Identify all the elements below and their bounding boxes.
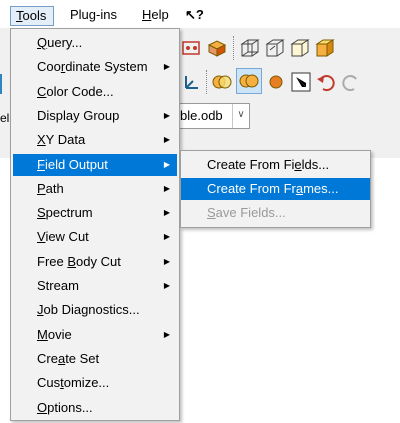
menu-item-customize[interactable]: Customize... <box>13 372 177 394</box>
menu-item-label: Display Group <box>37 107 120 123</box>
menu-item-label: Stream <box>37 278 79 293</box>
menu-item-label: Free Body Cut <box>37 253 121 269</box>
menu-item-label: Color Code... <box>37 83 114 99</box>
menu-item-field-output[interactable]: Field Output ▶ <box>13 153 177 176</box>
submenu-arrow-icon: ▶ <box>163 208 170 218</box>
menu-item-view-cut[interactable]: View Cut ▶ <box>13 226 177 248</box>
submenu-arrow-icon: ▶ <box>163 135 170 145</box>
submenu-item-label: Create From Frames... <box>207 181 339 196</box>
toolbar-separator <box>233 36 235 60</box>
menu-item-label: XY Data <box>37 132 86 148</box>
submenu-arrow-icon: ▶ <box>163 329 170 339</box>
shaded-part-icon[interactable] <box>205 36 229 60</box>
tools-menu: Query... Coordinate System ▶ Color Code... D… <box>10 28 180 421</box>
menu-item-color-code[interactable]: Color Code... <box>13 81 177 103</box>
intersection-plot-icon[interactable] <box>236 68 262 94</box>
submenu-arrow-icon: ▶ <box>163 62 170 72</box>
menu-item-label: Path <box>37 180 64 196</box>
partition-icon[interactable] <box>180 36 204 60</box>
menu-item-label: Coordinate System <box>37 59 148 75</box>
undo-icon[interactable] <box>314 70 338 94</box>
probe-icon[interactable] <box>289 70 313 94</box>
menu-item-label: Create Set <box>37 350 100 366</box>
menu-help[interactable]: Help <box>140 6 171 24</box>
wireframe-icon[interactable] <box>238 36 262 60</box>
overlay-plot-icon[interactable] <box>210 70 234 94</box>
menu-item-query[interactable]: Query... <box>13 32 177 54</box>
menu-item-job-diagnostics[interactable]: Job Diagnostics... <box>13 299 177 321</box>
filled-icon[interactable] <box>288 36 312 60</box>
menu-item-display-group[interactable]: Display Group ▶ <box>13 105 177 127</box>
submenu-arrow-icon: ▶ <box>163 159 170 169</box>
menu-item-coordinate-system[interactable]: Coordinate System ▶ <box>13 56 177 78</box>
menu-item-spectrum[interactable]: Spectrum ▶ <box>13 202 177 224</box>
shaded-icon[interactable] <box>313 36 337 60</box>
menu-item-xy-data[interactable]: XY Data ▶ <box>13 129 177 151</box>
menu-item-label: View Cut <box>37 229 89 245</box>
menu-item-path[interactable]: Path ▶ <box>13 178 177 200</box>
submenu-arrow-icon: ▶ <box>163 232 170 242</box>
redo-icon[interactable] <box>339 70 363 94</box>
menu-item-label: Movie <box>37 326 72 342</box>
submenu-item-save-fields: Save Fields... <box>181 202 370 224</box>
submenu-item-create-from-fields[interactable]: Create From Fields... <box>181 154 370 176</box>
menu-item-label: Query... <box>37 35 83 50</box>
menubar: Tools Plug-ins Help ↖? <box>0 0 400 28</box>
submenu-item-label: Save Fields... <box>207 205 286 220</box>
whats-this-button[interactable]: ↖? <box>183 6 206 24</box>
menu-item-label: Field Output <box>37 156 108 172</box>
submenu-item-create-from-frames[interactable]: Create From Frames... <box>181 178 370 200</box>
submenu-arrow-icon: ▶ <box>163 183 170 193</box>
rotate-view-icon[interactable] <box>180 70 204 94</box>
submenu-arrow-icon: ▶ <box>163 256 170 266</box>
menu-item-label: Customize... <box>37 375 110 391</box>
odb-file-value: ble.odb <box>180 108 223 123</box>
menu-item-stream[interactable]: Stream ▶ <box>13 275 177 297</box>
left-toolbar-label: el <box>0 111 10 125</box>
menu-tools[interactable]: Tools <box>10 6 54 26</box>
submenu-item-label: Create From Fields... <box>207 157 330 172</box>
field-output-submenu: Create From Fields... Create From Frames.… <box>180 150 371 228</box>
menu-item-movie[interactable]: Movie ▶ <box>13 324 177 346</box>
menu-plugins[interactable]: Plug-ins <box>68 6 119 24</box>
single-plot-icon[interactable] <box>264 70 288 94</box>
submenu-arrow-icon: ▶ <box>163 281 170 290</box>
odb-file-select[interactable]: ble.odb ∨ <box>175 103 250 129</box>
menu-item-label: Options... <box>37 399 93 415</box>
hidden-line-icon[interactable] <box>263 36 287 60</box>
toolbar-separator <box>206 70 208 94</box>
submenu-arrow-icon: ▶ <box>163 110 170 120</box>
menu-item-create-set[interactable]: Create Set <box>13 348 177 370</box>
chevron-down-icon[interactable]: ∨ <box>232 104 249 128</box>
menu-item-options[interactable]: Options... <box>13 397 177 419</box>
menu-item-label: Spectrum <box>37 205 93 221</box>
menu-item-free-body-cut[interactable]: Free Body Cut ▶ <box>13 251 177 273</box>
menu-item-label: Job Diagnostics... <box>37 302 140 318</box>
